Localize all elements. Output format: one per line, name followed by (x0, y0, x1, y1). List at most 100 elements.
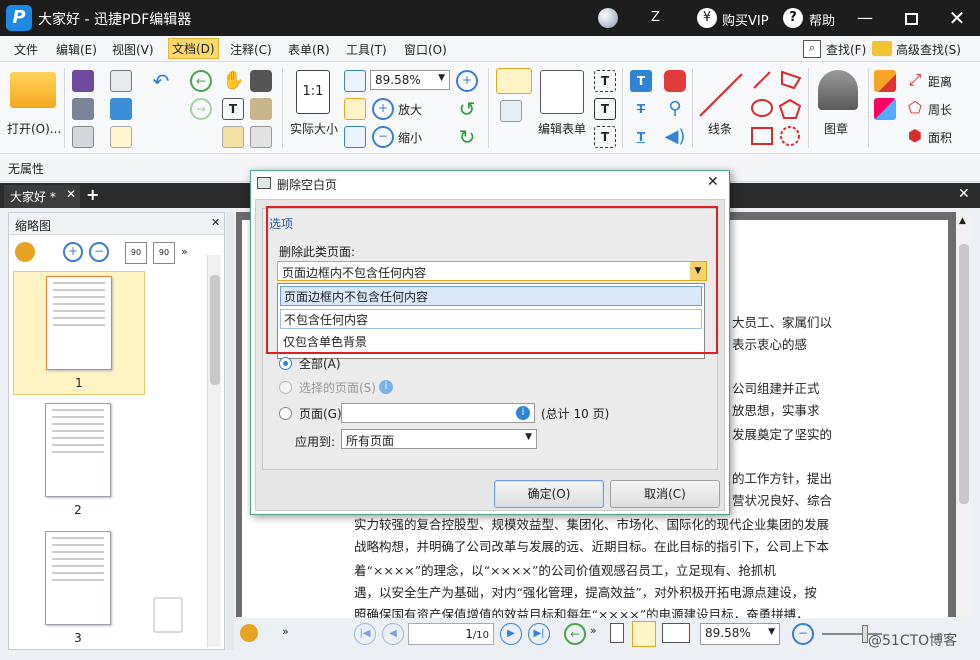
distance-icon[interactable]: ⤢ (904, 70, 926, 92)
select-text-icon[interactable]: T (222, 98, 244, 120)
undo-icon[interactable]: ↶ (150, 70, 172, 92)
zoom-in-small-icon[interactable]: + (456, 70, 478, 92)
stamp-small-icon[interactable] (222, 126, 244, 148)
add-text-icon[interactable] (500, 100, 522, 122)
pencil-icon[interactable] (874, 70, 896, 92)
underline-icon[interactable]: T (630, 126, 652, 148)
range-selected-radio[interactable] (279, 381, 292, 394)
rotate-ccw-icon[interactable]: ↺ (456, 98, 478, 120)
scanner-icon[interactable] (110, 98, 132, 120)
shape-tools-icon[interactable] (750, 68, 806, 152)
user-name[interactable]: Z (651, 10, 660, 25)
vip-button[interactable]: 购买VIP (722, 10, 769, 29)
thumb-zoom-in-icon[interactable]: + (63, 242, 83, 262)
menu-tools[interactable]: 工具(T) (346, 41, 387, 58)
close-button[interactable]: ✕ (934, 0, 980, 36)
menu-document[interactable]: 文档(D) (168, 38, 219, 59)
menu-edit[interactable]: 编辑(E) (56, 41, 97, 58)
panel-close-icon[interactable]: ✕ (211, 216, 220, 229)
comment-icon[interactable] (664, 70, 686, 92)
stamp-icon[interactable] (818, 70, 858, 110)
snapshot-icon[interactable] (250, 70, 272, 92)
area-button[interactable]: 面积 (928, 129, 952, 146)
dialog-close-icon[interactable]: ✕ (707, 174, 719, 190)
text-edit-icon[interactable] (496, 68, 532, 94)
rotate-left-90-icon[interactable]: 90 (125, 242, 147, 264)
last-page-button[interactable]: ▶| (528, 623, 550, 645)
edit-form-icon[interactable] (540, 70, 584, 114)
sound-icon[interactable]: ◀) (664, 126, 686, 148)
paperclip-icon[interactable]: ⚲ (664, 98, 686, 120)
eraser-icon[interactable] (874, 98, 896, 120)
rotate-cw-icon[interactable]: ↻ (456, 126, 478, 148)
find-button[interactable]: 查找(F) (826, 41, 866, 58)
tab-document[interactable]: 大家好 * ✕ (4, 185, 80, 208)
pages-input[interactable]: i (341, 403, 535, 423)
back-icon[interactable]: ← (190, 70, 212, 92)
perimeter-button[interactable]: 周长 (928, 101, 952, 118)
rotate-right-90-icon[interactable]: 90 (153, 242, 175, 264)
menu-annotation[interactable]: 注释(C) (230, 41, 272, 58)
thumb-zoom-out-icon[interactable]: − (89, 242, 109, 262)
attach-icon[interactable] (250, 126, 272, 148)
strikeout-icon[interactable]: T (630, 98, 652, 120)
zoom-in-icon[interactable]: + (372, 98, 394, 120)
save-icon[interactable] (72, 70, 94, 92)
forward-icon[interactable]: → (190, 98, 212, 120)
open-button[interactable]: 打开(O)... (7, 120, 61, 137)
typewriter-icon[interactable]: T (630, 70, 652, 92)
zoom-out-icon[interactable]: − (372, 126, 394, 148)
zoom-in-button[interactable]: 放大 (398, 101, 422, 118)
maximize-button[interactable] (888, 0, 934, 36)
tab-close-icon[interactable]: ✕ (66, 187, 76, 201)
range-all-radio[interactable] (279, 357, 292, 370)
status-more-icon[interactable]: » (282, 625, 289, 638)
export-icon[interactable] (72, 126, 94, 148)
actual-size-icon[interactable]: 1:1 (296, 70, 330, 114)
fit-width-icon[interactable] (344, 98, 366, 120)
add-tab-button[interactable]: + (86, 185, 99, 204)
advanced-find-button[interactable]: 高级查找(S) (896, 41, 961, 58)
close-all-tabs-icon[interactable]: ✕ (958, 186, 970, 202)
distance-button[interactable]: 距离 (928, 73, 952, 90)
fit-page-icon[interactable] (344, 70, 366, 92)
ok-button[interactable]: 确定(O) (494, 480, 604, 508)
first-page-button[interactable]: |◀ (354, 623, 376, 645)
cancel-button[interactable]: 取消(C) (610, 480, 720, 508)
thumbnail-page-2[interactable]: 2 (13, 399, 145, 523)
range-pages-radio[interactable] (279, 407, 292, 420)
moon-icon[interactable] (598, 8, 618, 28)
history-forward-button[interactable]: » (590, 624, 597, 637)
menu-window[interactable]: 窗口(O) (404, 41, 447, 58)
facing-page-icon[interactable] (662, 623, 690, 643)
form-list-icon[interactable]: T (594, 126, 616, 148)
thumbnail-page-3[interactable]: 3 (13, 527, 145, 647)
prev-page-button[interactable]: ◀ (382, 623, 404, 645)
help-button[interactable]: 帮助 (809, 10, 835, 29)
line-tool-icon[interactable] (696, 70, 746, 120)
area-icon[interactable]: ⬢ (904, 126, 926, 148)
vip-icon[interactable]: ¥ (697, 8, 717, 28)
thumbnail-page-1[interactable]: 1 (13, 271, 145, 395)
thumb-more-icon[interactable]: » (181, 245, 188, 258)
form-field-icon[interactable]: T (594, 98, 616, 120)
apply-to-select[interactable]: 所有页面 ▼ (341, 429, 537, 449)
line-button[interactable]: 线条 (708, 120, 732, 137)
menu-form[interactable]: 表单(R) (288, 41, 330, 58)
history-back-button[interactable]: ← (564, 623, 586, 645)
open-folder-icon[interactable] (10, 72, 56, 108)
status-zoom-out-icon[interactable]: − (792, 623, 814, 645)
help-icon[interactable]: ? (783, 8, 803, 28)
find-icon[interactable]: ⌕ (803, 40, 821, 58)
new-page-icon[interactable] (110, 126, 132, 148)
minimize-button[interactable]: — (842, 0, 888, 36)
status-settings-icon[interactable] (240, 624, 258, 642)
paste-icon[interactable] (250, 98, 272, 120)
next-page-button[interactable]: ▶ (500, 623, 522, 645)
advanced-find-icon[interactable] (872, 41, 892, 56)
continuous-page-icon[interactable] (632, 621, 656, 647)
thumbnail-scrollbar[interactable] (207, 255, 221, 647)
fit-visible-icon[interactable] (344, 126, 366, 148)
print-icon[interactable] (72, 98, 94, 120)
zoom-select[interactable]: 89.58% ▼ (370, 70, 450, 90)
